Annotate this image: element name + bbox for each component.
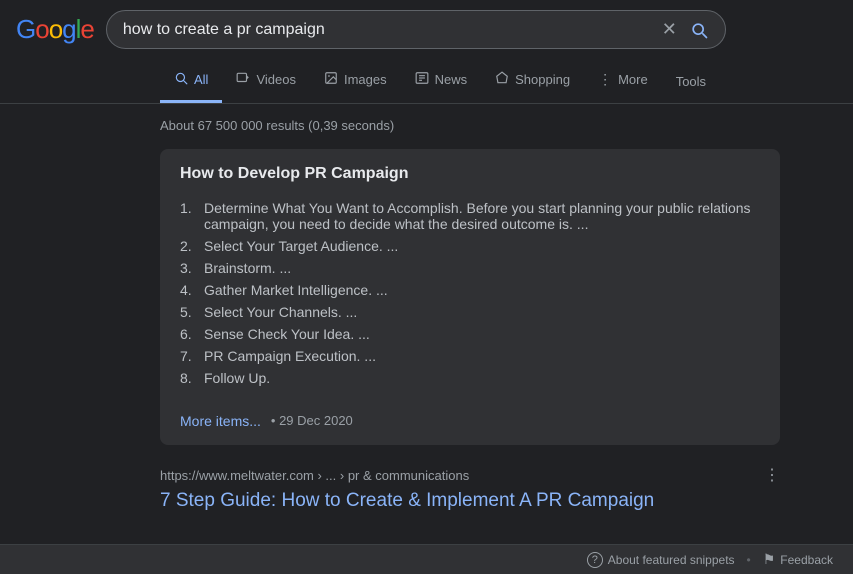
more-icon: ⋮ bbox=[598, 71, 612, 88]
tab-images-label: Images bbox=[344, 72, 387, 87]
tab-all[interactable]: All bbox=[160, 59, 222, 103]
list-item: 5.Select Your Channels. ... bbox=[180, 301, 760, 323]
snippet-list: 1.Determine What You Want to Accomplish.… bbox=[180, 197, 760, 389]
tab-more-label: More bbox=[618, 72, 648, 87]
videos-icon bbox=[236, 71, 250, 88]
search-input[interactable] bbox=[123, 21, 662, 39]
search-clear-button[interactable]: ✕ bbox=[662, 19, 677, 40]
list-item: 2.Select Your Target Audience. ... bbox=[180, 235, 760, 257]
snippet-title: How to Develop PR Campaign bbox=[180, 165, 760, 183]
feedback-label: Feedback bbox=[780, 553, 833, 567]
result-url: https://www.meltwater.com › ... › pr & c… bbox=[160, 468, 469, 483]
result-title[interactable]: 7 Step Guide: How to Create & Implement … bbox=[160, 490, 654, 511]
more-items-link[interactable]: More items... bbox=[180, 413, 261, 429]
list-item: 1.Determine What You Want to Accomplish.… bbox=[180, 197, 760, 235]
tab-more[interactable]: ⋮ More bbox=[584, 59, 662, 103]
result-url-row: https://www.meltwater.com › ... › pr & c… bbox=[160, 465, 780, 485]
news-icon bbox=[415, 71, 429, 88]
result-item: https://www.meltwater.com › ... › pr & c… bbox=[160, 465, 780, 514]
results-area: About 67 500 000 results (0,39 seconds) … bbox=[0, 104, 853, 538]
about-featured-snippets-label: About featured snippets bbox=[608, 553, 735, 567]
images-icon bbox=[324, 71, 338, 88]
list-item: 4.Gather Market Intelligence. ... bbox=[180, 279, 760, 301]
tab-shopping[interactable]: Shopping bbox=[481, 59, 584, 103]
shopping-icon bbox=[495, 71, 509, 88]
featured-snippet: How to Develop PR Campaign 1.Determine W… bbox=[160, 149, 780, 445]
google-logo: Google bbox=[16, 14, 94, 45]
nav-bar: All Videos Images News Shopping bbox=[0, 59, 853, 104]
tab-shopping-label: Shopping bbox=[515, 72, 570, 87]
list-item: 8.Follow Up. bbox=[180, 367, 760, 389]
tab-videos-label: Videos bbox=[256, 72, 296, 87]
tab-news[interactable]: News bbox=[401, 59, 482, 103]
search-submit-button[interactable] bbox=[689, 20, 709, 40]
list-item: 7.PR Campaign Execution. ... bbox=[180, 345, 760, 367]
question-icon: ? bbox=[587, 552, 603, 568]
tab-videos[interactable]: Videos bbox=[222, 59, 310, 103]
feedback-icon: ⚑ bbox=[763, 551, 776, 568]
tab-all-label: All bbox=[194, 72, 208, 87]
separator-dot: • bbox=[747, 553, 751, 567]
search-bar[interactable]: ✕ bbox=[106, 10, 726, 49]
snippet-date: • 29 Dec 2020 bbox=[271, 413, 353, 428]
results-count: About 67 500 000 results (0,39 seconds) bbox=[160, 118, 853, 133]
bottom-bar: ? About featured snippets • ⚑ Feedback bbox=[0, 544, 853, 574]
tab-images[interactable]: Images bbox=[310, 59, 401, 103]
list-item: 3.Brainstorm. ... bbox=[180, 257, 760, 279]
all-icon bbox=[174, 71, 188, 88]
about-featured-snippets[interactable]: ? About featured snippets bbox=[587, 552, 735, 568]
result-more-button[interactable]: ⋮ bbox=[764, 465, 780, 485]
feedback-button[interactable]: ⚑ Feedback bbox=[763, 551, 833, 568]
tab-news-label: News bbox=[435, 72, 468, 87]
nav-tabs: All Videos Images News Shopping bbox=[160, 59, 662, 103]
tools-button[interactable]: Tools bbox=[662, 62, 720, 101]
header: Google ✕ bbox=[0, 0, 853, 59]
list-item: 6.Sense Check Your Idea. ... bbox=[180, 323, 760, 345]
